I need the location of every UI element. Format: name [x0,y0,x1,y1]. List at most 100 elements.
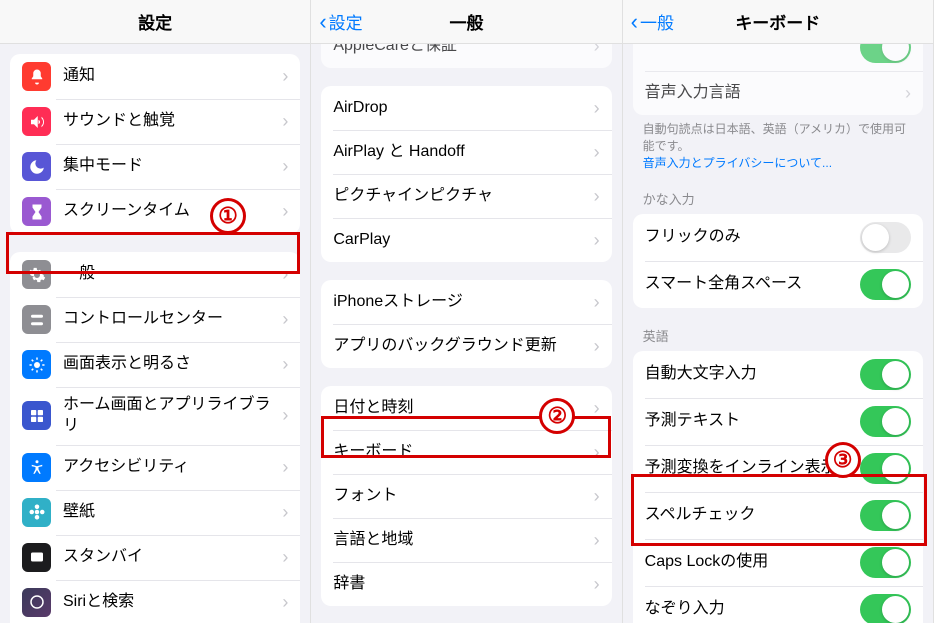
row-spellcheck[interactable]: スペルチェック [633,492,923,539]
row-screentime[interactable]: スクリーンタイム › [10,189,300,234]
row-label: Caps Lockの使用 [645,552,860,573]
row-label: 日付と時刻 [333,398,593,419]
settings-group-b: 一般 › コントロールセンター › 画面表示と明るさ › ホーム画面とアプリライ… [10,252,300,623]
settings-content[interactable]: 通知 › サウンドと触覚 › 集中モード › スクリーンタイム › [0,44,310,623]
row-label: 辞書 [333,574,593,595]
row-predictive[interactable]: 予測テキスト [633,398,923,445]
chevron-right-icon: › [594,142,600,163]
dictation-privacy-link[interactable]: 音声入力とプライバシーについて... [643,156,832,170]
chevron-right-icon: › [282,66,288,87]
chevron-right-icon: › [282,502,288,523]
switches-icon [22,305,51,334]
toggle-switch[interactable] [860,44,911,63]
row-auto-caps[interactable]: 自動大文字入力 [633,351,923,398]
general-content[interactable]: AppleCareと保証 › AirDrop › AirPlay と Hando… [311,44,621,623]
nav-back-button[interactable]: ‹ 設定 [319,9,362,34]
keyboard-content[interactable]: 音声入力言語 › 自動句読点は日本語、英語（アメリカ）で使用可能です。 音声入力… [623,44,933,623]
english-group: 自動大文字入力 予測テキスト 予測変換をインライン表示 スペルチェック Caps… [633,351,923,623]
row-prev-toggle[interactable] [633,44,923,71]
row-label: 自動大文字入力 [645,364,860,385]
row-label: ピクチャインピクチャ [333,186,593,207]
row-standby[interactable]: スタンバイ › [10,535,300,580]
row-dictionary[interactable]: 辞書 › [321,562,611,606]
nav-bar: 設定 [0,0,310,44]
chevron-right-icon: › [594,230,600,251]
row-label: スペルチェック [645,505,860,526]
row-carplay[interactable]: CarPlay › [321,218,611,262]
toggle-switch[interactable] [860,222,911,253]
row-airplay[interactable]: AirPlay と Handoff › [321,130,611,174]
row-font[interactable]: フォント › [321,474,611,518]
row-storage[interactable]: iPhoneストレージ › [321,280,611,324]
gear-icon [22,260,51,289]
row-label: CarPlay [333,230,593,251]
row-label: 集中モード [63,156,282,177]
nav-bar: ‹ 設定 一般 [311,0,621,44]
settings-panel: 設定 通知 › サウンドと触覚 › 集中モード › スクリーンタイム › [0,0,311,623]
row-label: 音声入力言語 [645,83,905,104]
row-flick-only[interactable]: フリックのみ [633,214,923,261]
chevron-right-icon: › [282,354,288,375]
row-accessibility[interactable]: アクセシビリティ › [10,445,300,490]
chevron-right-icon: › [282,405,288,426]
nav-title: 設定 [138,9,172,34]
nav-back-button[interactable]: ‹ 一般 [631,9,674,34]
row-siri[interactable]: Siriと検索 › [10,580,300,623]
row-pip[interactable]: ピクチャインピクチャ › [321,174,611,218]
row-capslock[interactable]: Caps Lockの使用 [633,539,923,586]
general-group-c: 日付と時刻 › キーボード › フォント › 言語と地域 › 辞書 › [321,386,611,606]
chevron-right-icon: › [594,530,600,551]
row-general[interactable]: 一般 › [10,252,300,297]
row-language[interactable]: 言語と地域 › [321,518,611,562]
row-label: フリックのみ [645,227,860,248]
row-label: スタンバイ [63,547,282,568]
row-focus[interactable]: 集中モード › [10,144,300,189]
row-datetime[interactable]: 日付と時刻 › [321,386,611,430]
chevron-right-icon: › [594,574,600,595]
toggle-switch[interactable] [860,453,911,484]
row-homescreen[interactable]: ホーム画面とアプリライブラリ › [10,387,300,445]
row-bgrefresh[interactable]: アプリのバックグラウンド更新 › [321,324,611,368]
nav-back-label: 一般 [640,9,674,34]
row-control-center[interactable]: コントロールセンター › [10,297,300,342]
chevron-right-icon: › [594,486,600,507]
toggle-switch[interactable] [860,359,911,390]
row-smart-fullwidth[interactable]: スマート全角スペース [633,261,923,308]
row-label: コントロールセンター [63,309,282,330]
standby-icon [22,543,51,572]
row-display[interactable]: 画面表示と明るさ › [10,342,300,387]
row-label: AirDrop [333,98,593,119]
toggle-switch[interactable] [860,547,911,578]
row-label: 一般 [63,264,282,285]
row-label: 予測テキスト [645,411,860,432]
general-group-a: AirDrop › AirPlay と Handoff › ピクチャインピクチャ… [321,86,611,262]
toggle-switch[interactable] [860,500,911,531]
row-airdrop[interactable]: AirDrop › [321,86,611,130]
row-label: 予測変換をインライン表示 [645,458,860,479]
toggle-switch[interactable] [860,594,911,623]
chevron-right-icon: › [282,111,288,132]
nav-title: 一般 [449,9,483,34]
chevron-right-icon: › [282,592,288,613]
toggle-switch[interactable] [860,406,911,437]
row-dictation-lang[interactable]: 音声入力言語 › [633,71,923,115]
row-notifications[interactable]: 通知 › [10,54,300,99]
chevron-right-icon: › [594,44,600,57]
chevron-right-icon: › [594,292,600,313]
row-wallpaper[interactable]: 壁紙 › [10,490,300,535]
dictation-footer: 自動句読点は日本語、英語（アメリカ）で使用可能です。 音声入力とプライバシーにつ… [623,115,933,171]
row-applecare[interactable]: AppleCareと保証 › [321,44,611,68]
row-label: スクリーンタイム [63,201,282,222]
settings-group-a: 通知 › サウンドと触覚 › 集中モード › スクリーンタイム › [10,54,300,234]
flower-icon [22,498,51,527]
row-slide-type[interactable]: なぞり入力 [633,586,923,623]
accessibility-icon [22,453,51,482]
row-keyboard[interactable]: キーボード › [321,430,611,474]
row-inline-predict[interactable]: 予測変換をインライン表示 [633,445,923,492]
chevron-right-icon: › [905,83,911,104]
row-sounds[interactable]: サウンドと触覚 › [10,99,300,144]
chevron-right-icon: › [282,156,288,177]
row-label: ホーム画面とアプリライブラリ [63,395,282,437]
row-label: サウンドと触覚 [63,111,282,132]
toggle-switch[interactable] [860,269,911,300]
